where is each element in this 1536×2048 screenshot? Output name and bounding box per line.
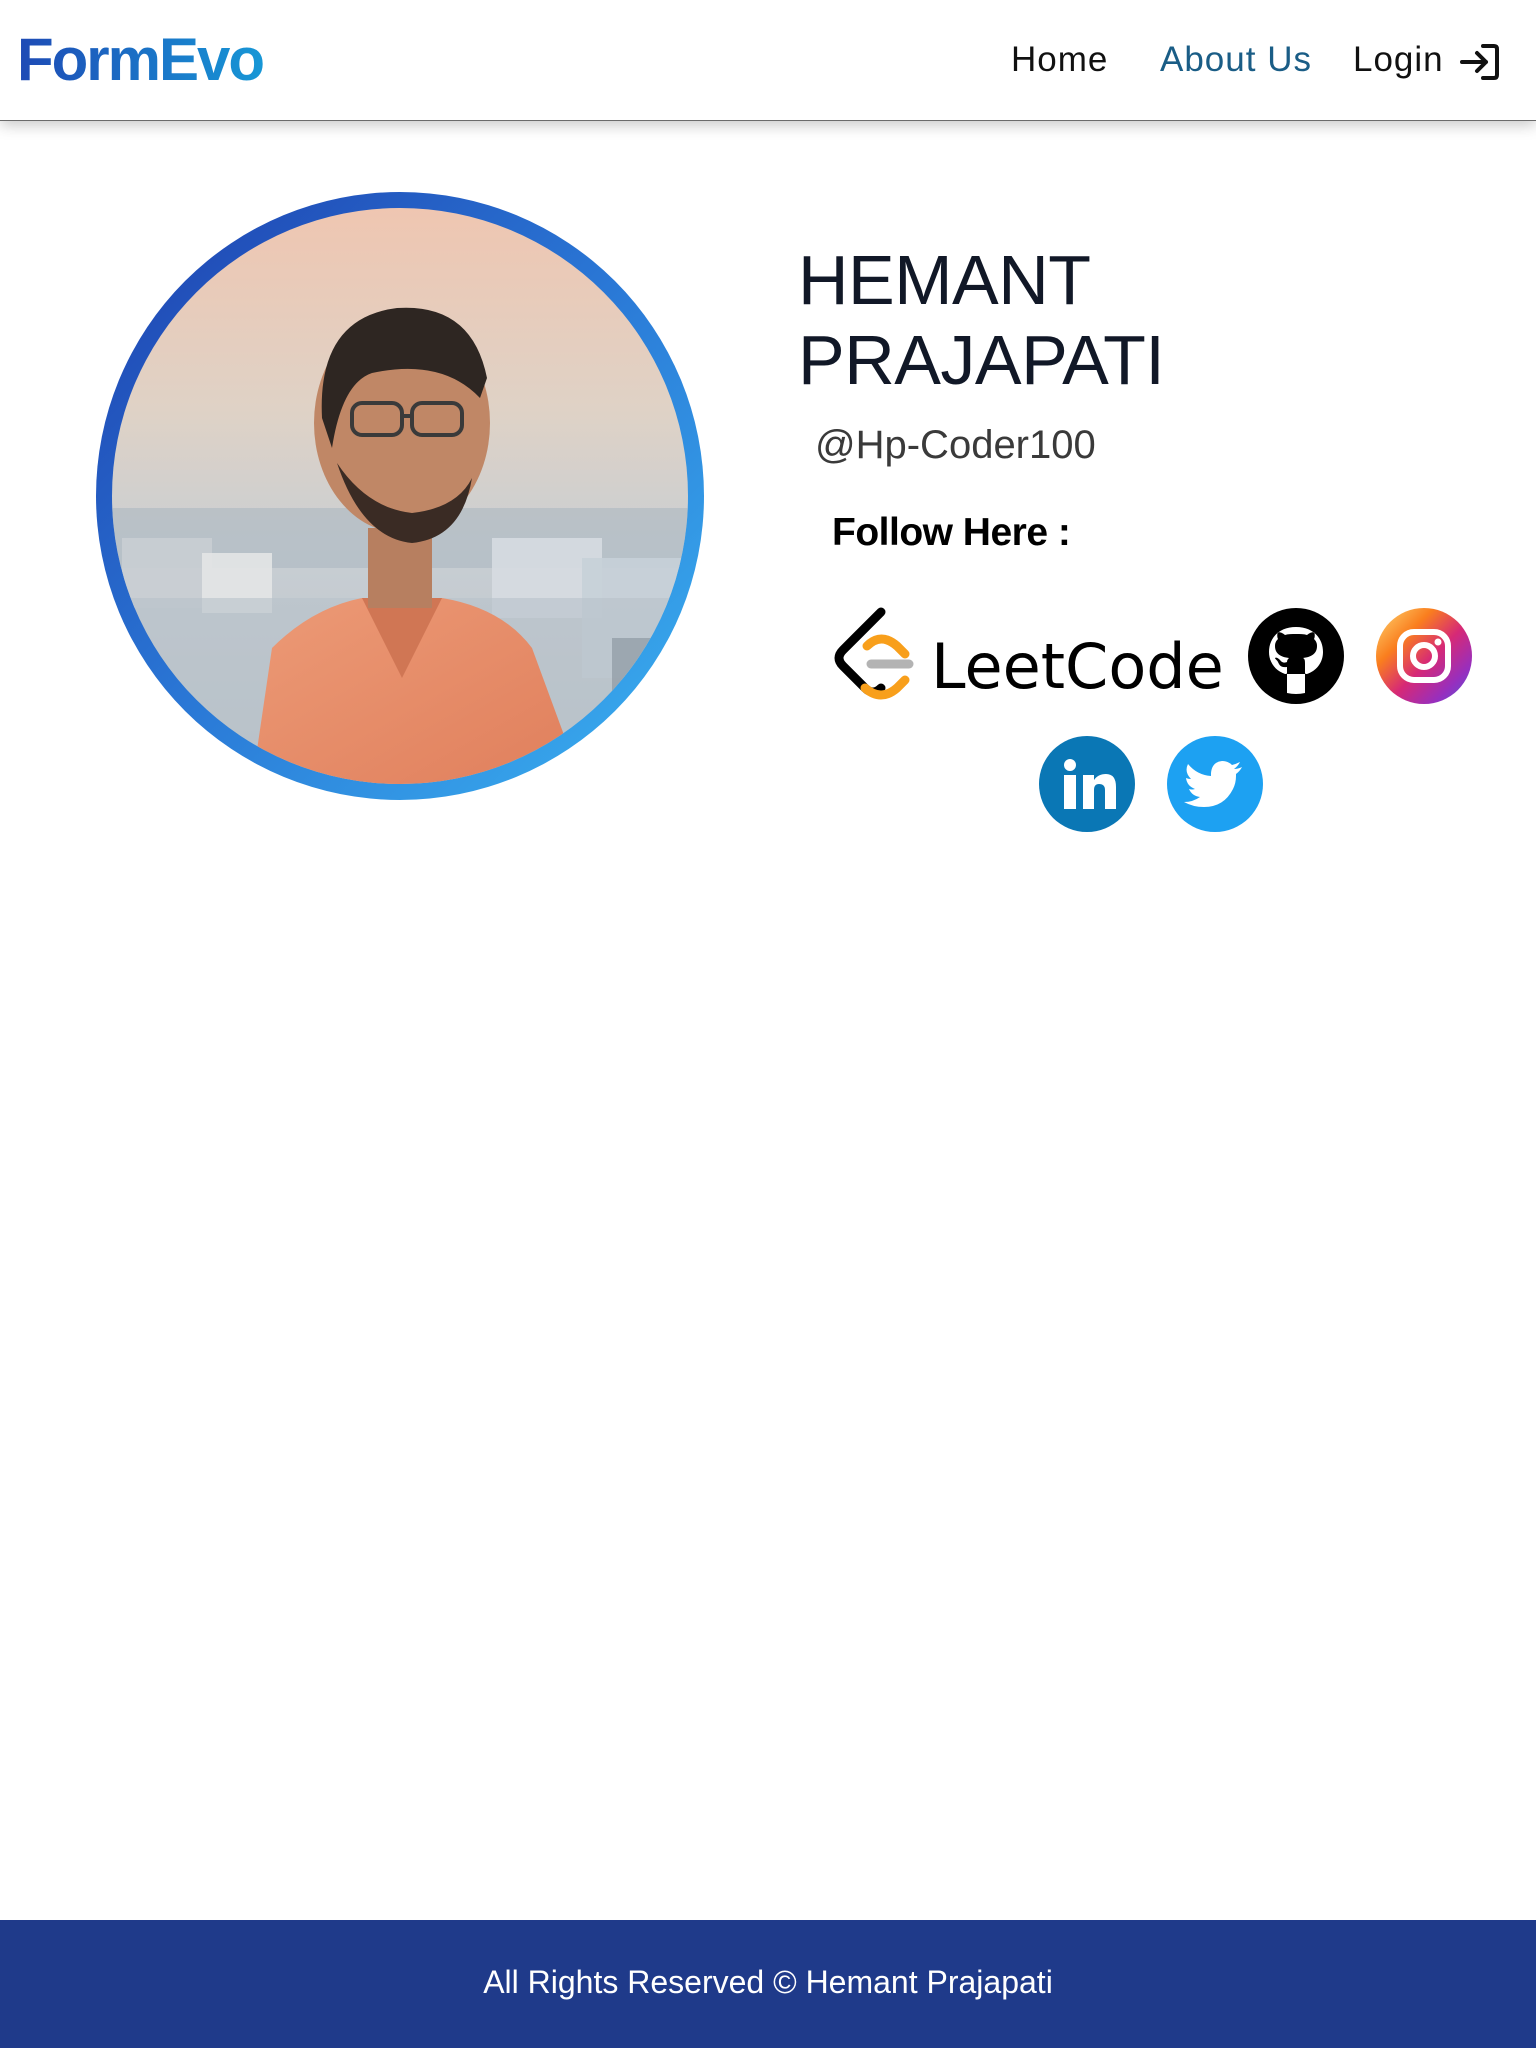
nav-home-link[interactable]: Home <box>1011 38 1108 82</box>
profile-photo <box>112 208 688 784</box>
follow-heading: Follow Here : <box>832 511 1071 554</box>
linkedin-icon[interactable] <box>1038 735 1136 833</box>
footer: All Rights Reserved © Hemant Prajapati <box>0 1920 1536 2048</box>
footer-copyright: All Rights Reserved © Hemant Prajapati <box>483 1964 1053 2000</box>
profile-avatar <box>96 192 704 800</box>
github-icon[interactable] <box>1247 607 1345 705</box>
leetcode-wordmark: LeetCode <box>931 630 1221 703</box>
profile-name: HEMANT PRAJAPATI <box>798 241 1165 399</box>
nav-login-link[interactable]: Login <box>1353 38 1444 82</box>
navbar: FormEvo Home About Us Login <box>0 0 1536 121</box>
instagram-icon[interactable] <box>1375 607 1473 705</box>
profile-handle: @Hp-Coder100 <box>815 423 1096 467</box>
login-icon[interactable] <box>1458 40 1502 84</box>
leetcode-logo[interactable]: LeetCode <box>831 606 1221 706</box>
twitter-icon[interactable] <box>1166 735 1264 833</box>
nav-about-us-link[interactable]: About Us <box>1160 38 1312 82</box>
brand-logo[interactable]: FormEvo <box>17 24 265 96</box>
